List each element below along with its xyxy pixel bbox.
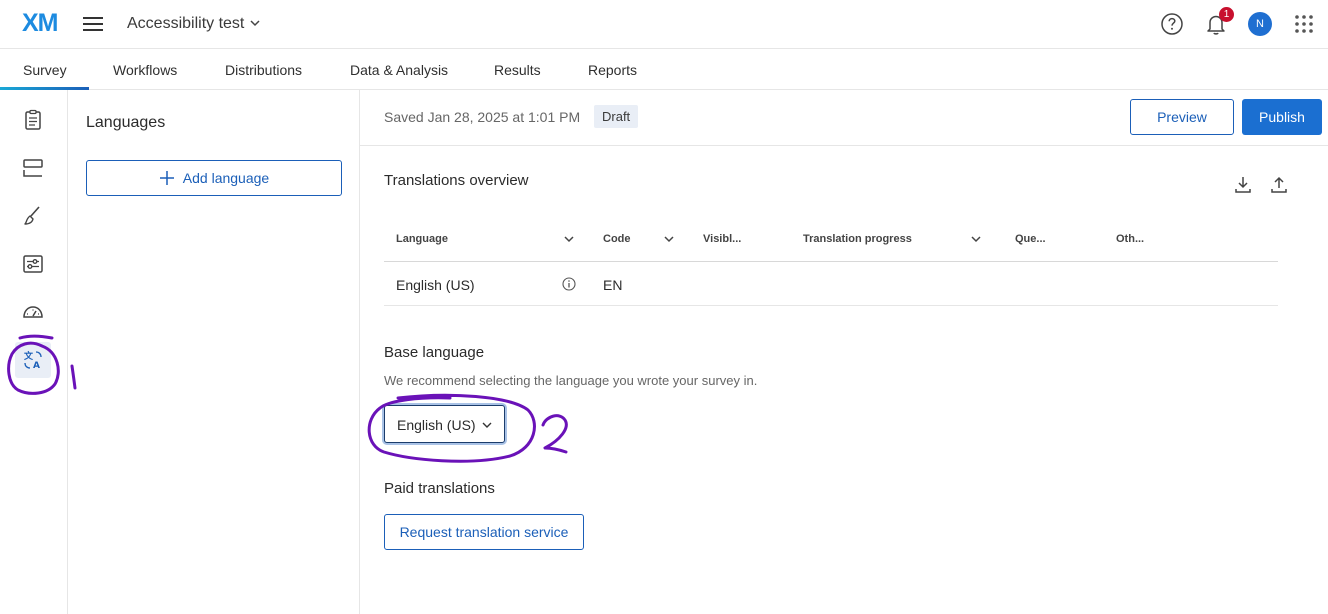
tab-reports[interactable]: Reports xyxy=(588,62,637,78)
column-header-translation-progress[interactable]: Translation progress xyxy=(803,233,912,245)
project-title[interactable]: Accessibility test xyxy=(127,15,244,33)
download-icon[interactable] xyxy=(1233,175,1253,195)
blocks-icon[interactable] xyxy=(22,157,44,179)
translations-table-header: Language Code Visibl... Translation prog… xyxy=(384,218,1278,262)
tab-results[interactable]: Results xyxy=(494,62,541,78)
chevron-down-icon[interactable] xyxy=(663,233,675,245)
gauge-icon[interactable] xyxy=(22,301,44,323)
tab-workflows[interactable]: Workflows xyxy=(113,62,177,78)
column-header-language[interactable]: Language xyxy=(396,233,448,245)
tab-bar: Survey Workflows Distributions Data & An… xyxy=(0,49,1328,90)
add-language-button[interactable]: Add language xyxy=(86,160,342,196)
paid-translations-title: Paid translations xyxy=(384,480,495,497)
column-header-other[interactable]: Oth... xyxy=(1116,233,1144,245)
chevron-down-icon[interactable] xyxy=(970,233,982,245)
translations-overview-title: Translations overview xyxy=(384,172,529,189)
request-translation-button[interactable]: Request translation service xyxy=(384,514,584,550)
row-code: EN xyxy=(603,277,623,293)
base-language-description: We recommend selecting the language you … xyxy=(384,373,758,388)
avatar[interactable]: N xyxy=(1248,12,1272,36)
notification-badge: 1 xyxy=(1219,7,1234,22)
tab-survey[interactable]: Survey xyxy=(23,62,67,78)
publish-button[interactable]: Publish xyxy=(1242,99,1322,135)
status-badge: Draft xyxy=(594,105,639,128)
row-language: English (US) xyxy=(396,277,475,293)
column-header-questions[interactable]: Que... xyxy=(1015,233,1046,245)
tool-rail: 文 A xyxy=(0,90,68,614)
column-header-code[interactable]: Code xyxy=(603,233,631,245)
help-icon[interactable] xyxy=(1160,12,1184,36)
saved-status: Saved Jan 28, 2025 at 1:01 PM xyxy=(384,109,581,125)
base-language-dropdown[interactable]: English (US) xyxy=(384,405,505,443)
chevron-down-icon[interactable] xyxy=(563,233,575,245)
translate-icon[interactable]: 文 A xyxy=(22,349,44,371)
main-header: Saved Jan 28, 2025 at 1:01 PM Draft Prev… xyxy=(360,90,1328,146)
top-bar: XM Accessibility test 1 N xyxy=(0,0,1328,49)
paintbrush-icon[interactable] xyxy=(22,205,44,227)
column-header-visible[interactable]: Visibl... xyxy=(703,233,741,245)
languages-title: Languages xyxy=(86,114,166,131)
options-sliders-icon[interactable] xyxy=(22,253,44,275)
info-icon[interactable] xyxy=(562,277,576,291)
preview-button[interactable]: Preview xyxy=(1130,99,1234,135)
svg-text:A: A xyxy=(33,361,40,371)
tab-distributions[interactable]: Distributions xyxy=(225,62,302,78)
hamburger-menu-icon[interactable] xyxy=(82,14,104,34)
upload-icon[interactable] xyxy=(1269,175,1289,195)
languages-panel: Languages Add language xyxy=(68,90,360,614)
add-language-label: Add language xyxy=(182,170,270,186)
plus-icon xyxy=(159,171,174,185)
chevron-down-icon[interactable] xyxy=(248,16,262,30)
base-language-selected: English (US) xyxy=(397,417,476,433)
xm-logo[interactable]: XM xyxy=(22,9,58,38)
chevron-down-icon xyxy=(482,422,492,428)
tab-data-analysis[interactable]: Data & Analysis xyxy=(350,62,448,78)
apps-grid-icon[interactable] xyxy=(1294,14,1314,34)
base-language-title: Base language xyxy=(384,344,485,361)
survey-clipboard-icon[interactable] xyxy=(22,109,44,131)
table-row[interactable]: English (US) EN xyxy=(384,262,1278,306)
